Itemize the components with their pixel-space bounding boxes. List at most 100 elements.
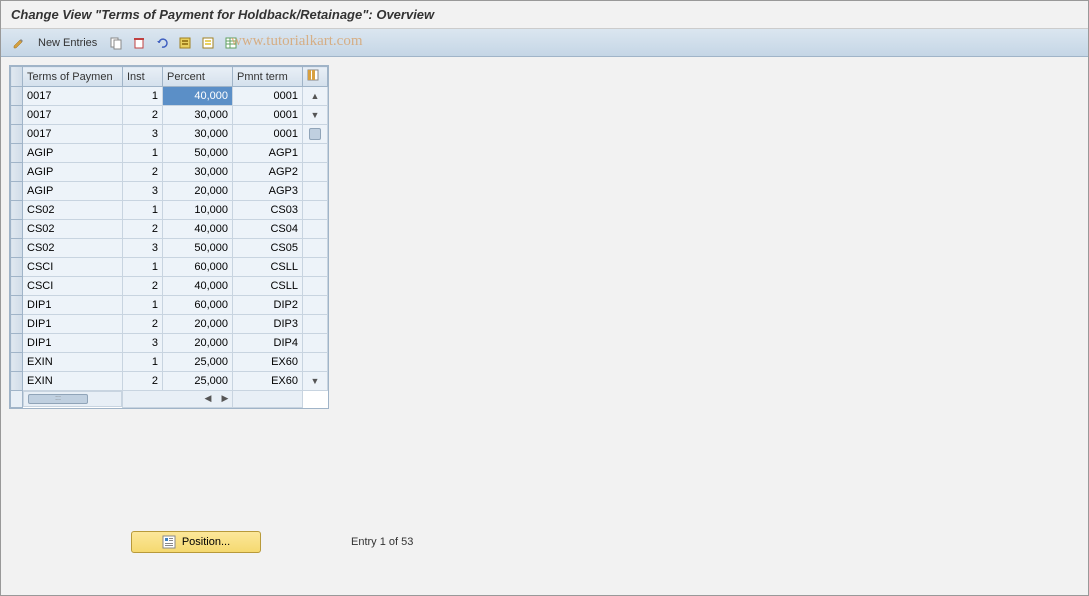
row-selector[interactable] bbox=[11, 182, 23, 201]
position-button[interactable]: Position... bbox=[131, 531, 261, 553]
cell-percent[interactable]: 40,000 bbox=[163, 87, 233, 106]
cell-pmnt[interactable]: 0001 bbox=[233, 87, 303, 106]
cell-pmnt[interactable]: CS04 bbox=[233, 220, 303, 239]
cell-terms[interactable]: CS02 bbox=[23, 220, 123, 239]
cell-pmnt[interactable]: CS03 bbox=[233, 201, 303, 220]
cell-percent[interactable]: 40,000 bbox=[163, 220, 233, 239]
cell-percent[interactable]: 20,000 bbox=[163, 334, 233, 353]
cell-percent[interactable]: 20,000 bbox=[163, 315, 233, 334]
row-selector[interactable] bbox=[11, 353, 23, 372]
row-selector[interactable] bbox=[11, 87, 23, 106]
cell-terms[interactable]: 0017 bbox=[23, 125, 123, 144]
header-inst[interactable]: Inst bbox=[123, 67, 163, 87]
cell-inst[interactable]: 1 bbox=[123, 144, 163, 163]
cell-inst[interactable]: 1 bbox=[123, 296, 163, 315]
row-selector[interactable] bbox=[11, 220, 23, 239]
vscroll-thumb[interactable] bbox=[309, 128, 321, 140]
copy-button[interactable] bbox=[106, 33, 126, 53]
row-selector[interactable] bbox=[11, 144, 23, 163]
cell-percent[interactable]: 25,000 bbox=[163, 372, 233, 391]
new-entries-button[interactable]: New Entries bbox=[32, 33, 103, 53]
cell-inst[interactable]: 2 bbox=[123, 106, 163, 125]
cell-pmnt[interactable]: DIP2 bbox=[233, 296, 303, 315]
row-selector[interactable] bbox=[11, 239, 23, 258]
edit-button[interactable] bbox=[9, 33, 29, 53]
header-terms[interactable]: Terms of Paymen bbox=[23, 67, 123, 87]
cell-inst[interactable]: 2 bbox=[123, 220, 163, 239]
cell-percent[interactable]: 10,000 bbox=[163, 201, 233, 220]
row-selector[interactable] bbox=[11, 277, 23, 296]
cell-inst[interactable]: 1 bbox=[123, 258, 163, 277]
row-selector[interactable] bbox=[11, 372, 23, 391]
cell-pmnt[interactable]: CSLL bbox=[233, 277, 303, 296]
cell-terms[interactable]: AGIP bbox=[23, 144, 123, 163]
cell-inst[interactable]: 1 bbox=[123, 87, 163, 106]
cell-inst[interactable]: 2 bbox=[123, 372, 163, 391]
cell-terms[interactable]: DIP1 bbox=[23, 296, 123, 315]
row-selector[interactable] bbox=[11, 125, 23, 144]
cell-pmnt[interactable]: EX60 bbox=[233, 353, 303, 372]
row-selector-header[interactable] bbox=[11, 67, 23, 87]
cell-percent[interactable]: 30,000 bbox=[163, 163, 233, 182]
row-selector[interactable] bbox=[11, 258, 23, 277]
cell-terms[interactable]: DIP1 bbox=[23, 315, 123, 334]
select-all-button[interactable] bbox=[175, 33, 195, 53]
hscroll-right-button[interactable]: ▶ bbox=[218, 392, 232, 406]
cell-pmnt[interactable]: EX60 bbox=[233, 372, 303, 391]
undo-button[interactable] bbox=[152, 33, 172, 53]
cell-inst[interactable]: 2 bbox=[123, 163, 163, 182]
cell-percent[interactable]: 60,000 bbox=[163, 296, 233, 315]
cell-percent[interactable]: 40,000 bbox=[163, 277, 233, 296]
cell-inst[interactable]: 1 bbox=[123, 353, 163, 372]
cell-percent[interactable]: 50,000 bbox=[163, 144, 233, 163]
hscroll-track[interactable]: ::: bbox=[23, 391, 122, 407]
cell-terms[interactable]: 0017 bbox=[23, 87, 123, 106]
cell-terms[interactable]: EXIN bbox=[23, 372, 123, 391]
row-selector[interactable] bbox=[11, 315, 23, 334]
cell-pmnt[interactable]: CS05 bbox=[233, 239, 303, 258]
cell-percent[interactable]: 20,000 bbox=[163, 182, 233, 201]
cell-pmnt[interactable]: 0001 bbox=[233, 106, 303, 125]
cell-inst[interactable]: 3 bbox=[123, 334, 163, 353]
row-selector[interactable] bbox=[11, 201, 23, 220]
vscroll-down-button[interactable]: ▼ bbox=[307, 373, 323, 389]
row-selector[interactable] bbox=[11, 296, 23, 315]
cell-percent[interactable]: 25,000 bbox=[163, 353, 233, 372]
cell-pmnt[interactable]: AGP2 bbox=[233, 163, 303, 182]
configure-columns-button[interactable] bbox=[303, 67, 328, 87]
cell-pmnt[interactable]: DIP3 bbox=[233, 315, 303, 334]
cell-pmnt[interactable]: AGP1 bbox=[233, 144, 303, 163]
cell-inst[interactable]: 2 bbox=[123, 277, 163, 296]
cell-terms[interactable]: AGIP bbox=[23, 182, 123, 201]
cell-terms[interactable]: DIP1 bbox=[23, 334, 123, 353]
cell-percent[interactable]: 60,000 bbox=[163, 258, 233, 277]
cell-percent[interactable]: 30,000 bbox=[163, 125, 233, 144]
cell-pmnt[interactable]: CSLL bbox=[233, 258, 303, 277]
cell-terms[interactable]: CSCI bbox=[23, 258, 123, 277]
cell-pmnt[interactable]: DIP4 bbox=[233, 334, 303, 353]
row-selector[interactable] bbox=[11, 334, 23, 353]
vscroll-down-step-button[interactable]: ▼ bbox=[307, 107, 323, 123]
header-pmnt[interactable]: Pmnt term bbox=[233, 67, 303, 87]
header-percent[interactable]: Percent bbox=[163, 67, 233, 87]
vscroll-up-button[interactable]: ▲ bbox=[307, 88, 323, 104]
row-selector[interactable] bbox=[11, 163, 23, 182]
delete-button[interactable] bbox=[129, 33, 149, 53]
cell-pmnt[interactable]: AGP3 bbox=[233, 182, 303, 201]
hscroll-left-button[interactable]: ◀ bbox=[201, 392, 215, 406]
cell-pmnt[interactable]: 0001 bbox=[233, 125, 303, 144]
cell-inst[interactable]: 3 bbox=[123, 125, 163, 144]
deselect-button[interactable] bbox=[198, 33, 218, 53]
cell-terms[interactable]: CS02 bbox=[23, 201, 123, 220]
cell-percent[interactable]: 50,000 bbox=[163, 239, 233, 258]
cell-terms[interactable]: CSCI bbox=[23, 277, 123, 296]
cell-terms[interactable]: AGIP bbox=[23, 163, 123, 182]
cell-inst[interactable]: 1 bbox=[123, 201, 163, 220]
cell-inst[interactable]: 2 bbox=[123, 315, 163, 334]
cell-inst[interactable]: 3 bbox=[123, 182, 163, 201]
cell-terms[interactable]: EXIN bbox=[23, 353, 123, 372]
row-selector[interactable] bbox=[11, 106, 23, 125]
table-view-button[interactable] bbox=[221, 33, 241, 53]
cell-percent[interactable]: 30,000 bbox=[163, 106, 233, 125]
cell-inst[interactable]: 3 bbox=[123, 239, 163, 258]
